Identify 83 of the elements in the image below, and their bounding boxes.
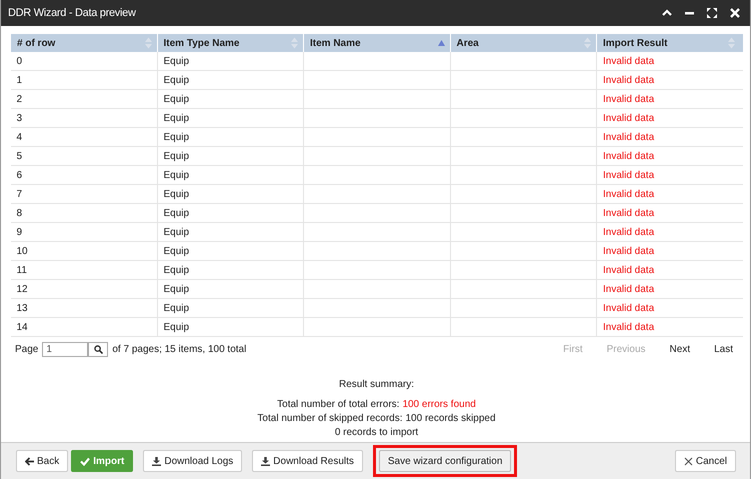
column-header[interactable]: Item Name [304, 34, 450, 52]
table-cell: Invalid data [596, 280, 743, 298]
table-cell: 1 [10, 70, 157, 90]
table-cell: Equip [157, 260, 304, 280]
cancel-button[interactable]: Cancel [674, 450, 736, 472]
sort-ascending-icon [438, 40, 444, 46]
minimize-icon[interactable] [685, 12, 694, 14]
table-cell: Equip [157, 166, 304, 184]
table-cell: Equip [157, 70, 304, 90]
column-header[interactable]: Item Type Name [157, 34, 304, 52]
column-header[interactable]: # of row [10, 34, 157, 52]
table-cell: Invalid data [596, 90, 743, 108]
summary-label: Total number of skipped records: [257, 413, 402, 424]
back-button[interactable]: Back [16, 450, 68, 472]
download-icon [261, 456, 270, 466]
table-cell: Equip [157, 184, 304, 204]
table-cell: Invalid data [596, 184, 743, 204]
table-cell: Invalid data [596, 108, 743, 128]
arrow-left-icon [25, 456, 34, 466]
table-cell: 2 [10, 90, 157, 108]
page-info: of 7 pages; 15 items, 100 total [112, 344, 246, 354]
close-icon [684, 456, 693, 466]
table-cell: Equip [157, 242, 304, 260]
search-icon [94, 344, 103, 354]
collapse-icon[interactable] [662, 9, 672, 17]
save-button[interactable]: Save wizard configuration [378, 450, 512, 472]
column-header[interactable]: Area [450, 34, 596, 52]
table-cell: 4 [10, 128, 157, 146]
page-field[interactable]: 1 [42, 342, 88, 356]
summary-value: 0 records to import [334, 427, 418, 438]
table-cell: Equip [157, 52, 304, 70]
table-cell: Invalid data [596, 260, 743, 280]
table-cell: 14 [10, 318, 157, 336]
table-cell: Equip [157, 222, 304, 242]
table-cell: Equip [157, 128, 304, 146]
sort-icon [728, 38, 735, 48]
table-cell: Invalid data [596, 242, 743, 260]
table-cell: Equip [157, 318, 304, 336]
download-icon [152, 456, 162, 466]
table-cell: Invalid data [596, 146, 743, 166]
table-cell: 8 [10, 204, 157, 222]
table-cell: 3 [10, 108, 157, 128]
table-cell: Equip [157, 90, 304, 108]
table-cell: Invalid data [596, 128, 743, 146]
table-cell: Invalid data [596, 70, 743, 90]
pager-link[interactable]: Last [704, 344, 743, 354]
table-cell: Invalid data [596, 318, 743, 336]
summary-value: 100 records skipped [406, 413, 496, 424]
window-title: DDR Wizard - Data preview [8, 7, 136, 19]
check-icon [80, 456, 90, 466]
table-cell: Invalid data [596, 166, 743, 184]
table-cell: 13 [10, 298, 157, 318]
sort-icon [584, 38, 591, 48]
page-label: Page [15, 344, 38, 354]
table-cell: Equip [157, 108, 304, 128]
table-cell: Equip [157, 298, 304, 318]
table-cell: Invalid data [596, 52, 743, 70]
summary-title: Result summary: [338, 379, 414, 390]
search-button[interactable] [88, 342, 108, 356]
table-cell: 11 [10, 260, 157, 280]
table-cell: Equip [157, 280, 304, 298]
column-header[interactable]: Import Result [596, 34, 743, 52]
close-icon[interactable] [730, 8, 740, 18]
download-button[interactable]: Download Logs [143, 450, 242, 472]
table-cell: Invalid data [596, 222, 743, 242]
table-cell: Equip [157, 204, 304, 222]
table-cell: 0 [10, 52, 157, 70]
table-cell: Equip [157, 146, 304, 166]
table-cell: 5 [10, 146, 157, 166]
table-cell: 6 [10, 166, 157, 184]
table-cell: Invalid data [596, 298, 743, 318]
summary-label: Total number of total errors: [277, 399, 400, 410]
maximize-icon[interactable] [707, 8, 717, 18]
table-cell: 9 [10, 222, 157, 242]
table-cell: Invalid data [596, 204, 743, 222]
pager-link[interactable]: Next [660, 344, 700, 354]
download-button[interactable]: Download Results [252, 450, 363, 472]
sort-icon [144, 38, 152, 48]
summary-value: 100 errors found [402, 399, 476, 410]
table-cell: 12 [10, 280, 157, 298]
table-cell: 10 [10, 242, 157, 260]
sort-icon [291, 38, 298, 48]
table-cell: 7 [10, 184, 157, 204]
